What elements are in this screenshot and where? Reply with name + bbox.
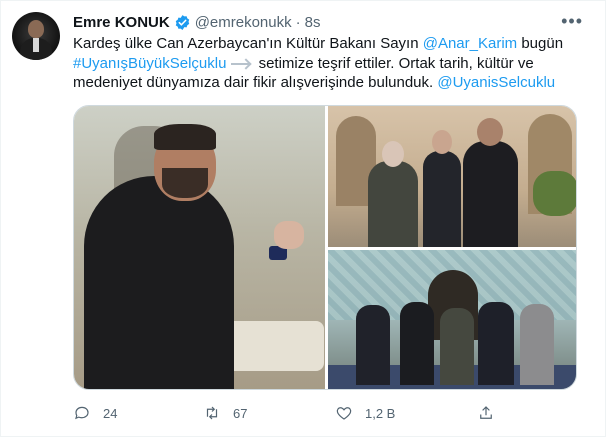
verified-badge-icon bbox=[175, 14, 189, 30]
photo-3-person-1 bbox=[356, 305, 390, 385]
tweet-card[interactable]: Emre KONUK @emrekonukk · 8s ••• Kardeş ü… bbox=[0, 0, 606, 437]
separator-dot: · bbox=[295, 13, 301, 31]
avatar[interactable] bbox=[12, 12, 60, 60]
ruler-emoji-icon bbox=[230, 58, 250, 70]
photo-3[interactable] bbox=[328, 250, 576, 389]
mention-uyanis-selcuklu[interactable]: @UyanisSelcuklu bbox=[437, 74, 555, 91]
avatar-face bbox=[28, 20, 44, 38]
reply-icon bbox=[75, 406, 89, 420]
like-action[interactable]: 1,2 B bbox=[335, 399, 395, 427]
avatar-shirt bbox=[33, 38, 39, 52]
tweet-time[interactable]: 8s bbox=[305, 14, 321, 31]
share-icon bbox=[480, 406, 492, 419]
photo-2-person-2 bbox=[423, 151, 461, 247]
photo-3-person-4 bbox=[478, 302, 514, 385]
mention-anar-karim[interactable]: @Anar_Karim bbox=[423, 35, 517, 52]
retweet-count: 67 bbox=[233, 405, 248, 421]
photo-2-person-3 bbox=[463, 141, 518, 247]
more-options-icon[interactable]: ••• bbox=[561, 12, 583, 30]
photo-1-man-beard bbox=[162, 168, 208, 198]
tweet-text-part2: bugün bbox=[517, 35, 564, 52]
photo-2-person-1 bbox=[368, 161, 418, 247]
share-action[interactable] bbox=[477, 399, 495, 427]
tweet-text: Kardeş ülke Can Azerbaycan'ın Kültür Bak… bbox=[73, 34, 583, 93]
like-count: 1,2 B bbox=[365, 405, 396, 421]
photo-1-fountain bbox=[224, 321, 324, 371]
photo-1-hand bbox=[274, 221, 304, 249]
photo-1-man-coat bbox=[84, 176, 234, 389]
photo-2-person-1-head bbox=[382, 141, 404, 167]
photo-3-person-5 bbox=[520, 304, 554, 385]
tweet-header: Emre KONUK @emrekonukk · 8s bbox=[73, 12, 320, 32]
hashtag-uyanis-buyuk-selcuklu[interactable]: #UyanışBüyükSelçuklu bbox=[73, 55, 226, 72]
author-handle[interactable]: @emrekonukk bbox=[195, 14, 292, 31]
photo-2-plants bbox=[533, 171, 576, 216]
photo-2-person-2-head bbox=[432, 130, 452, 154]
tweet-text-part1: Kardeş ülke Can Azerbaycan'ın Kültür Bak… bbox=[73, 35, 423, 52]
reply-action[interactable]: 24 bbox=[73, 399, 117, 427]
retweet-action[interactable]: 67 bbox=[203, 399, 247, 427]
retweet-icon bbox=[206, 406, 218, 420]
photo-3-person-2 bbox=[400, 302, 434, 385]
photo-1-man-hair bbox=[154, 124, 216, 150]
photo-2-person-3-head bbox=[477, 118, 503, 146]
photo-3-person-3 bbox=[440, 308, 474, 385]
like-icon bbox=[336, 407, 352, 420]
photo-2[interactable] bbox=[328, 106, 576, 247]
reply-count: 24 bbox=[103, 405, 118, 421]
tweet-actions: 24 67 1,2 B bbox=[73, 399, 593, 427]
photo-1[interactable] bbox=[74, 106, 325, 389]
media-grid bbox=[73, 105, 577, 390]
author-name[interactable]: Emre KONUK bbox=[73, 14, 170, 31]
